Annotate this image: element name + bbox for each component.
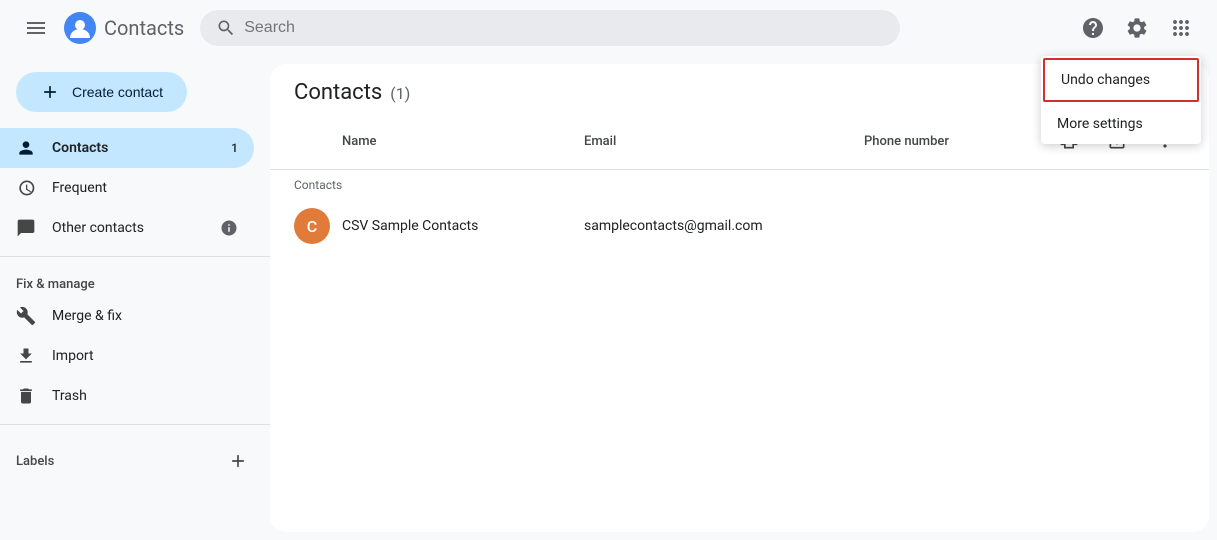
col-email-header: Email [584, 134, 864, 149]
import-label: Import [52, 348, 94, 364]
more-settings-item[interactable]: More settings [1041, 104, 1201, 144]
trash-label: Trash [52, 388, 87, 404]
group-label: Contacts [270, 170, 1209, 200]
app-logo: Contacts [64, 12, 184, 44]
contact-name: CSV Sample Contacts [342, 218, 584, 234]
top-bar: Contacts [0, 0, 1217, 56]
search-input[interactable] [244, 19, 884, 37]
other-contacts-info-icon[interactable] [220, 219, 238, 237]
contacts-label: Contacts [52, 140, 108, 156]
contacts-badge: 1 [231, 141, 238, 155]
sidebar-item-other-contacts[interactable]: Other contacts [0, 208, 254, 248]
dropdown-menu: Undo changes More settings [1041, 56, 1201, 144]
main-area: Create contact Contacts 1 Frequent [0, 56, 1217, 540]
other-contacts-label: Other contacts [52, 220, 144, 236]
sidebar-item-frequent[interactable]: Frequent [0, 168, 254, 208]
search-bar[interactable] [200, 10, 900, 46]
undo-changes-item[interactable]: Undo changes [1043, 58, 1199, 102]
sidebar-item-merge-fix[interactable]: Merge & fix [0, 296, 254, 336]
sidebar-divider-2 [0, 424, 270, 425]
create-contact-label: Create contact [72, 84, 163, 100]
sidebar-divider [0, 256, 270, 257]
contact-email: samplecontacts@gmail.com [584, 218, 864, 234]
avatar: C [294, 208, 330, 244]
col-phone-header: Phone number [864, 134, 1049, 149]
menu-icon[interactable] [16, 8, 56, 48]
fix-manage-label: Fix & manage [0, 265, 270, 296]
content-title-text: Contacts [294, 80, 382, 105]
sidebar-item-contacts[interactable]: Contacts 1 [0, 128, 254, 168]
contact-count: (1) [390, 84, 410, 103]
frequent-label: Frequent [52, 180, 107, 196]
app-title: Contacts [104, 16, 184, 40]
top-actions [1073, 8, 1201, 48]
help-button[interactable] [1073, 8, 1113, 48]
sidebar-item-trash[interactable]: Trash [0, 376, 254, 416]
col-name-header: Name [294, 134, 584, 149]
apps-button[interactable] [1161, 8, 1201, 48]
labels-section: Labels [0, 433, 270, 481]
sidebar-item-import[interactable]: Import [0, 336, 254, 376]
settings-button[interactable] [1117, 8, 1157, 48]
add-label-button[interactable] [222, 445, 254, 477]
table-row[interactable]: C CSV Sample Contacts samplecontacts@gma… [270, 200, 1209, 252]
create-contact-button[interactable]: Create contact [16, 72, 187, 112]
merge-fix-label: Merge & fix [52, 308, 122, 324]
search-icon [216, 18, 236, 38]
sidebar: Create contact Contacts 1 Frequent [0, 56, 270, 540]
labels-label: Labels [16, 454, 54, 469]
